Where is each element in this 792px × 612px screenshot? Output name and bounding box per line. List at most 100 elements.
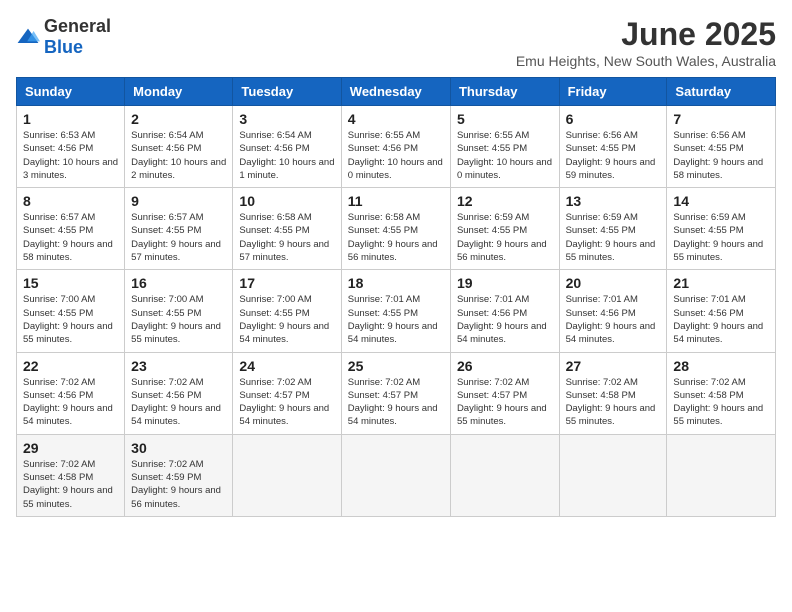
day-number: 27 [566, 358, 661, 374]
logo-general: General [44, 16, 111, 36]
calendar-cell [233, 434, 341, 516]
day-number: 11 [348, 193, 444, 209]
day-number: 18 [348, 275, 444, 291]
calendar-cell: 8 Sunrise: 6:57 AM Sunset: 4:55 PM Dayli… [17, 188, 125, 270]
day-info: Sunrise: 7:00 AM Sunset: 4:55 PM Dayligh… [239, 293, 334, 346]
calendar-cell: 3 Sunrise: 6:54 AM Sunset: 4:56 PM Dayli… [233, 106, 341, 188]
calendar-cell: 30 Sunrise: 7:02 AM Sunset: 4:59 PM Dayl… [125, 434, 233, 516]
day-info: Sunrise: 6:58 AM Sunset: 4:55 PM Dayligh… [348, 211, 444, 264]
day-info: Sunrise: 6:54 AM Sunset: 4:56 PM Dayligh… [131, 129, 226, 182]
day-number: 7 [673, 111, 769, 127]
day-info: Sunrise: 7:00 AM Sunset: 4:55 PM Dayligh… [131, 293, 226, 346]
day-info: Sunrise: 7:02 AM Sunset: 4:58 PM Dayligh… [566, 376, 661, 429]
day-number: 21 [673, 275, 769, 291]
col-sunday: Sunday [17, 78, 125, 106]
day-info: Sunrise: 6:56 AM Sunset: 4:55 PM Dayligh… [566, 129, 661, 182]
header-row: Sunday Monday Tuesday Wednesday Thursday… [17, 78, 776, 106]
calendar-cell: 18 Sunrise: 7:01 AM Sunset: 4:55 PM Dayl… [341, 270, 450, 352]
logo-blue: Blue [44, 37, 83, 57]
calendar-cell: 26 Sunrise: 7:02 AM Sunset: 4:57 PM Dayl… [450, 352, 559, 434]
day-info: Sunrise: 7:02 AM Sunset: 4:58 PM Dayligh… [23, 458, 118, 511]
calendar-cell [341, 434, 450, 516]
day-number: 12 [457, 193, 553, 209]
week-row-2: 8 Sunrise: 6:57 AM Sunset: 4:55 PM Dayli… [17, 188, 776, 270]
calendar-cell: 19 Sunrise: 7:01 AM Sunset: 4:56 PM Dayl… [450, 270, 559, 352]
day-info: Sunrise: 7:00 AM Sunset: 4:55 PM Dayligh… [23, 293, 118, 346]
calendar-cell: 23 Sunrise: 7:02 AM Sunset: 4:56 PM Dayl… [125, 352, 233, 434]
day-info: Sunrise: 6:58 AM Sunset: 4:55 PM Dayligh… [239, 211, 334, 264]
logo-text: General Blue [44, 16, 111, 58]
day-info: Sunrise: 7:01 AM Sunset: 4:56 PM Dayligh… [673, 293, 769, 346]
week-row-5: 29 Sunrise: 7:02 AM Sunset: 4:58 PM Dayl… [17, 434, 776, 516]
day-info: Sunrise: 6:55 AM Sunset: 4:55 PM Dayligh… [457, 129, 553, 182]
logo: General Blue [16, 16, 111, 58]
title-area: June 2025 Emu Heights, New South Wales, … [516, 16, 776, 69]
day-number: 19 [457, 275, 553, 291]
calendar-table: Sunday Monday Tuesday Wednesday Thursday… [16, 77, 776, 517]
day-number: 24 [239, 358, 334, 374]
calendar-cell: 13 Sunrise: 6:59 AM Sunset: 4:55 PM Dayl… [559, 188, 667, 270]
calendar-cell: 4 Sunrise: 6:55 AM Sunset: 4:56 PM Dayli… [341, 106, 450, 188]
day-info: Sunrise: 7:01 AM Sunset: 4:56 PM Dayligh… [566, 293, 661, 346]
week-row-3: 15 Sunrise: 7:00 AM Sunset: 4:55 PM Dayl… [17, 270, 776, 352]
calendar-cell: 15 Sunrise: 7:00 AM Sunset: 4:55 PM Dayl… [17, 270, 125, 352]
calendar-cell: 12 Sunrise: 6:59 AM Sunset: 4:55 PM Dayl… [450, 188, 559, 270]
col-monday: Monday [125, 78, 233, 106]
calendar-cell: 11 Sunrise: 6:58 AM Sunset: 4:55 PM Dayl… [341, 188, 450, 270]
calendar-cell [450, 434, 559, 516]
day-info: Sunrise: 6:59 AM Sunset: 4:55 PM Dayligh… [673, 211, 769, 264]
calendar-cell: 28 Sunrise: 7:02 AM Sunset: 4:58 PM Dayl… [667, 352, 776, 434]
calendar-cell: 14 Sunrise: 6:59 AM Sunset: 4:55 PM Dayl… [667, 188, 776, 270]
day-info: Sunrise: 6:55 AM Sunset: 4:56 PM Dayligh… [348, 129, 444, 182]
calendar-cell: 6 Sunrise: 6:56 AM Sunset: 4:55 PM Dayli… [559, 106, 667, 188]
week-row-4: 22 Sunrise: 7:02 AM Sunset: 4:56 PM Dayl… [17, 352, 776, 434]
header: General Blue June 2025 Emu Heights, New … [16, 16, 776, 69]
col-friday: Friday [559, 78, 667, 106]
calendar-cell: 10 Sunrise: 6:58 AM Sunset: 4:55 PM Dayl… [233, 188, 341, 270]
calendar-cell: 27 Sunrise: 7:02 AM Sunset: 4:58 PM Dayl… [559, 352, 667, 434]
calendar-cell: 25 Sunrise: 7:02 AM Sunset: 4:57 PM Dayl… [341, 352, 450, 434]
day-info: Sunrise: 7:02 AM Sunset: 4:57 PM Dayligh… [457, 376, 553, 429]
day-number: 4 [348, 111, 444, 127]
day-info: Sunrise: 7:02 AM Sunset: 4:56 PM Dayligh… [131, 376, 226, 429]
day-info: Sunrise: 7:02 AM Sunset: 4:59 PM Dayligh… [131, 458, 226, 511]
day-info: Sunrise: 6:59 AM Sunset: 4:55 PM Dayligh… [566, 211, 661, 264]
day-number: 15 [23, 275, 118, 291]
calendar-cell: 16 Sunrise: 7:00 AM Sunset: 4:55 PM Dayl… [125, 270, 233, 352]
day-number: 16 [131, 275, 226, 291]
day-number: 29 [23, 440, 118, 456]
day-number: 26 [457, 358, 553, 374]
week-row-1: 1 Sunrise: 6:53 AM Sunset: 4:56 PM Dayli… [17, 106, 776, 188]
day-info: Sunrise: 7:01 AM Sunset: 4:56 PM Dayligh… [457, 293, 553, 346]
day-number: 28 [673, 358, 769, 374]
day-number: 5 [457, 111, 553, 127]
calendar-subtitle: Emu Heights, New South Wales, Australia [516, 53, 776, 69]
calendar-cell: 22 Sunrise: 7:02 AM Sunset: 4:56 PM Dayl… [17, 352, 125, 434]
calendar-cell: 21 Sunrise: 7:01 AM Sunset: 4:56 PM Dayl… [667, 270, 776, 352]
day-number: 30 [131, 440, 226, 456]
day-number: 25 [348, 358, 444, 374]
day-info: Sunrise: 6:59 AM Sunset: 4:55 PM Dayligh… [457, 211, 553, 264]
calendar-title: June 2025 [516, 16, 776, 53]
day-number: 3 [239, 111, 334, 127]
day-number: 17 [239, 275, 334, 291]
day-number: 10 [239, 193, 334, 209]
calendar-cell: 2 Sunrise: 6:54 AM Sunset: 4:56 PM Dayli… [125, 106, 233, 188]
calendar-cell: 24 Sunrise: 7:02 AM Sunset: 4:57 PM Dayl… [233, 352, 341, 434]
calendar-cell: 17 Sunrise: 7:00 AM Sunset: 4:55 PM Dayl… [233, 270, 341, 352]
day-number: 9 [131, 193, 226, 209]
day-info: Sunrise: 6:54 AM Sunset: 4:56 PM Dayligh… [239, 129, 334, 182]
day-number: 23 [131, 358, 226, 374]
logo-icon [16, 27, 40, 47]
day-info: Sunrise: 7:01 AM Sunset: 4:55 PM Dayligh… [348, 293, 444, 346]
calendar-cell: 9 Sunrise: 6:57 AM Sunset: 4:55 PM Dayli… [125, 188, 233, 270]
day-number: 13 [566, 193, 661, 209]
day-info: Sunrise: 7:02 AM Sunset: 4:57 PM Dayligh… [239, 376, 334, 429]
calendar-cell: 29 Sunrise: 7:02 AM Sunset: 4:58 PM Dayl… [17, 434, 125, 516]
calendar-cell [667, 434, 776, 516]
col-thursday: Thursday [450, 78, 559, 106]
calendar-cell: 7 Sunrise: 6:56 AM Sunset: 4:55 PM Dayli… [667, 106, 776, 188]
day-info: Sunrise: 6:56 AM Sunset: 4:55 PM Dayligh… [673, 129, 769, 182]
day-number: 6 [566, 111, 661, 127]
day-number: 14 [673, 193, 769, 209]
